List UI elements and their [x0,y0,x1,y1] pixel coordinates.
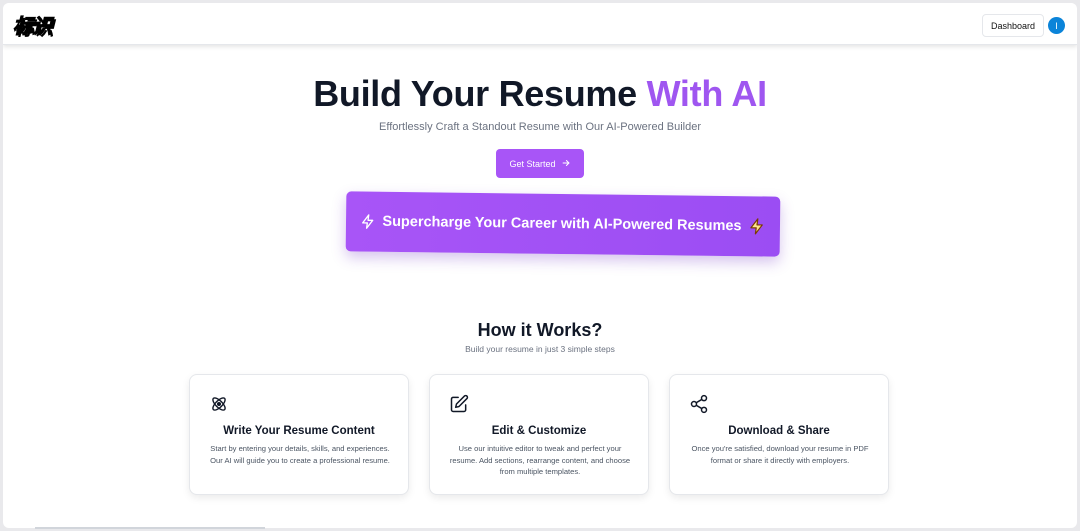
promo-banner: Supercharge Your Career with AI-Powered … [345,191,781,257]
step-card-edit: Edit & Customize Use our intuitive edito… [429,374,649,495]
lightning-icon-right [747,217,765,235]
get-started-button[interactable]: Get Started [496,149,584,178]
banner-text: Supercharge Your Career with AI-Powered … [382,213,742,235]
atom-icon [209,394,229,414]
share-icon [689,394,709,414]
user-avatar[interactable]: I [1048,17,1065,34]
get-started-label: Get Started [509,158,556,169]
how-it-works-title: How it Works? [477,320,603,340]
hero-subtitle: Effortlessly Craft a Standout Resume wit… [379,121,701,133]
card-title: Download & Share [728,425,830,437]
lightning-icon [360,214,376,230]
app-window: 标识 Dashboard I Build Your Resume With AI… [3,3,1077,528]
logo-text: 标识 [13,13,53,38]
card-description: Start by entering your details, skills, … [210,444,390,465]
brand-logo[interactable]: 标识 [13,11,53,38]
card-description: Use our intuitive editor to tweak and pe… [449,444,631,476]
card-description: Once you're satisfied, download your res… [691,444,869,465]
hero-title: Build Your Resume With AI [3,73,1077,115]
card-title: Write Your Resume Content [223,425,375,437]
hero-title-main: Build Your Resume [313,73,637,114]
top-navbar: 标识 Dashboard I [3,3,1077,45]
dashboard-button[interactable]: Dashboard [982,14,1044,37]
how-it-works-subtitle: Build your resume in just 3 simple steps [465,344,615,354]
horizontal-scrollbar[interactable] [35,527,265,529]
arrow-right-icon [561,158,571,170]
card-title: Edit & Customize [491,425,587,437]
step-card-download: Download & Share Once you're satisfied, … [669,374,889,495]
edit-icon [449,394,469,414]
hero-title-accent: With AI [646,73,768,114]
step-card-write: Write Your Resume Content Start by enter… [189,374,409,495]
